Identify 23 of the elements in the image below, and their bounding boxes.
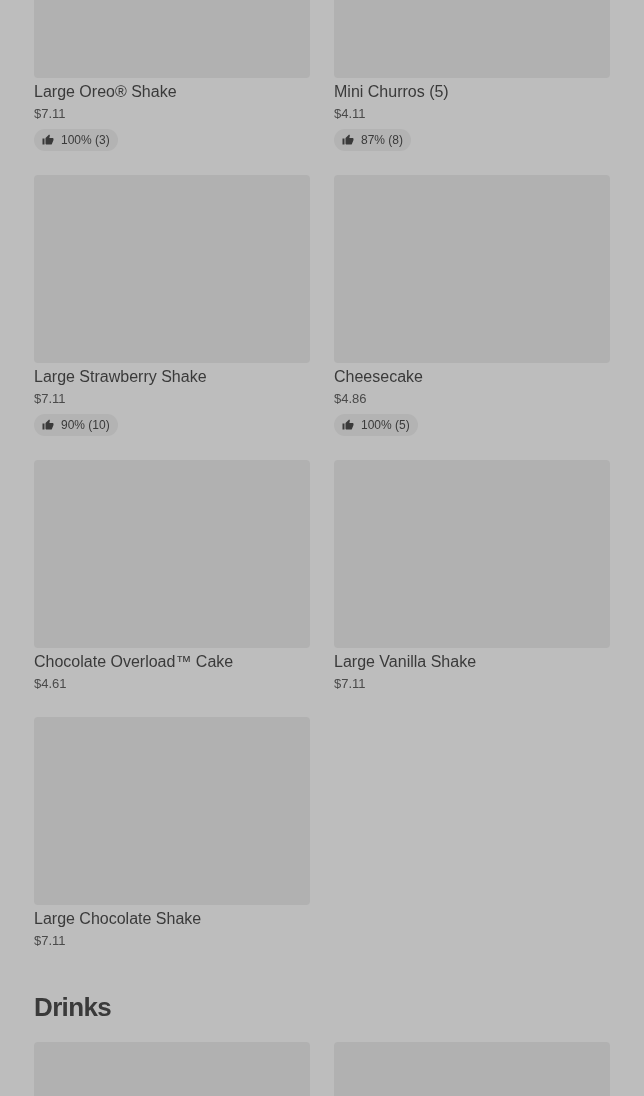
rating-badge: 90% (10) bbox=[34, 414, 118, 436]
thumbs-up-icon bbox=[42, 134, 54, 146]
item-price: $7.11 bbox=[34, 390, 66, 408]
rating-badge: 87% (8) bbox=[334, 129, 412, 151]
item-price: $7.11 bbox=[34, 932, 66, 950]
section-heading: Drinks bbox=[34, 991, 113, 1024]
rating-badge: 100% (3) bbox=[34, 129, 118, 151]
item-price: $7.11 bbox=[34, 105, 66, 123]
item-price: $4.86 bbox=[334, 390, 367, 408]
item-name: Large Chocolate Shake bbox=[34, 909, 202, 929]
item-name: Cheesecake bbox=[334, 367, 423, 387]
item-name: Large Oreo® Shake bbox=[34, 82, 177, 102]
item-price: $4.11 bbox=[334, 105, 366, 123]
thumbs-up-icon bbox=[42, 419, 54, 431]
thumbs-up-icon bbox=[342, 419, 354, 431]
item-name: Mini Churros (5) bbox=[334, 82, 449, 102]
thumbs-up-icon bbox=[342, 134, 354, 146]
rating-badge: 100% (5) bbox=[334, 414, 418, 436]
item-name: Large Vanilla Shake bbox=[334, 652, 477, 672]
item-price: $4.61 bbox=[34, 675, 67, 693]
item-price: $7.11 bbox=[334, 675, 366, 693]
item-name: Large Strawberry Shake bbox=[34, 367, 207, 387]
item-name: Chocolate Overload™ Cake bbox=[34, 652, 234, 672]
